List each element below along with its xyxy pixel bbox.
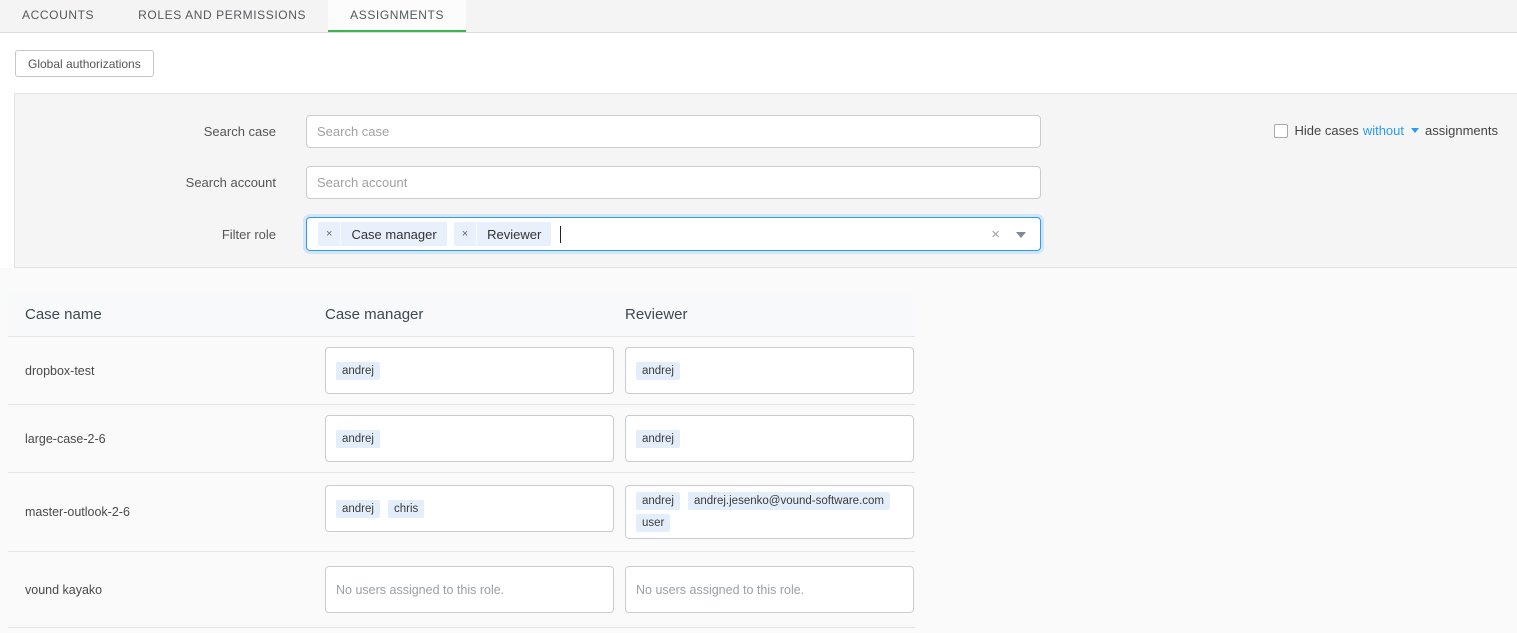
search-account-label: Search account — [15, 175, 306, 190]
column-header-case-name: Case name — [8, 306, 325, 323]
case-manager-assignees[interactable]: andrej chris — [325, 485, 614, 532]
hide-cases-control: Hide cases without assignments — [1274, 123, 1499, 138]
assignee-tag[interactable]: user — [636, 514, 670, 532]
search-case-input[interactable] — [306, 115, 1041, 148]
tab-bar: ACCOUNTS ROLES AND PERMISSIONS ASSIGNMEN… — [0, 0, 1517, 33]
table-row: master-outlook-2-6 andrejchris andrejand… — [8, 473, 915, 552]
table-row: large-case-2-6 andrej andrej — [8, 405, 915, 473]
assignee-tag[interactable]: chris — [388, 500, 424, 518]
global-authorizations-button[interactable]: Global authorizations — [15, 50, 154, 77]
hide-cases-text: Hide cases — [1295, 123, 1359, 138]
table-row: vound kayako No users assigned to this r… — [8, 552, 915, 628]
case-manager-assignees[interactable]: andrej — [325, 347, 614, 394]
case-manager-assignees[interactable]: No users assigned to this role. — [325, 566, 614, 613]
table-header: Case name Case manager Reviewer — [8, 293, 915, 337]
role-tag-reviewer: × Reviewer — [454, 222, 552, 246]
column-header-reviewer: Reviewer — [625, 306, 914, 323]
search-case-label: Search case — [15, 124, 306, 139]
assignee-tag[interactable]: andrej — [336, 430, 380, 448]
column-header-case-manager: Case manager — [325, 306, 625, 323]
tab-accounts[interactable]: ACCOUNTS — [0, 0, 116, 32]
filter-role-row: Filter role × Case manager × Reviewer × — [15, 217, 1517, 251]
assignee-tag[interactable]: andrej — [336, 500, 380, 518]
search-account-input[interactable] — [306, 166, 1041, 199]
role-tag-label: Case manager — [341, 222, 446, 246]
tab-roles-and-permissions[interactable]: ROLES AND PERMISSIONS — [116, 0, 328, 32]
assignee-tag[interactable]: andrej — [336, 362, 380, 380]
no-users-placeholder: No users assigned to this role. — [636, 583, 804, 597]
hide-cases-mode-dropdown[interactable]: without — [1363, 123, 1404, 138]
case-name: dropbox-test — [8, 364, 325, 378]
reviewer-assignees[interactable]: andrej — [625, 347, 914, 394]
chevron-down-icon[interactable] — [1411, 128, 1419, 133]
chevron-down-icon[interactable] — [1016, 232, 1026, 238]
reviewer-assignees[interactable]: andrej andrej.jesenko@vound-software.com u… — [625, 485, 914, 539]
clear-filter-icon[interactable]: × — [991, 227, 1000, 242]
search-account-row: Search account — [15, 166, 1517, 199]
no-users-placeholder: No users assigned to this role. — [336, 583, 504, 597]
tab-assignments[interactable]: ASSIGNMENTS — [328, 0, 466, 32]
text-cursor — [560, 226, 561, 243]
reviewer-assignees[interactable]: No users assigned to this role. — [625, 566, 914, 613]
filter-role-label: Filter role — [15, 227, 306, 242]
filter-role-input[interactable]: × Case manager × Reviewer × — [306, 217, 1041, 251]
hide-cases-checkbox[interactable] — [1274, 124, 1288, 138]
assignee-tag[interactable]: andrej — [636, 362, 680, 380]
case-manager-assignees[interactable]: andrej — [325, 415, 614, 462]
role-tag-case-manager: × Case manager — [318, 222, 447, 246]
remove-tag-icon[interactable]: × — [454, 222, 477, 246]
reviewer-assignees[interactable]: andrej — [625, 415, 914, 462]
toolbar: Global authorizations Search case Search… — [0, 33, 1517, 268]
filter-panel: Search case Search account Filter role ×… — [14, 93, 1517, 268]
assignee-tag[interactable]: andrej — [636, 430, 680, 448]
remove-tag-icon[interactable]: × — [318, 222, 341, 246]
case-name: master-outlook-2-6 — [8, 505, 325, 519]
assignments-table: Case name Case manager Reviewer dropbox-… — [8, 293, 915, 628]
assignee-tag[interactable]: andrej — [636, 492, 680, 510]
case-name: large-case-2-6 — [8, 432, 325, 446]
assignee-tag[interactable]: andrej.jesenko@vound-software.com — [688, 492, 890, 510]
table-row: dropbox-test andrej andrej — [8, 337, 915, 405]
role-tag-label: Reviewer — [477, 222, 551, 246]
hide-cases-text-suffix: assignments — [1425, 123, 1498, 138]
assignments-main: Case name Case manager Reviewer dropbox-… — [0, 268, 1517, 633]
case-name: vound kayako — [8, 583, 325, 597]
